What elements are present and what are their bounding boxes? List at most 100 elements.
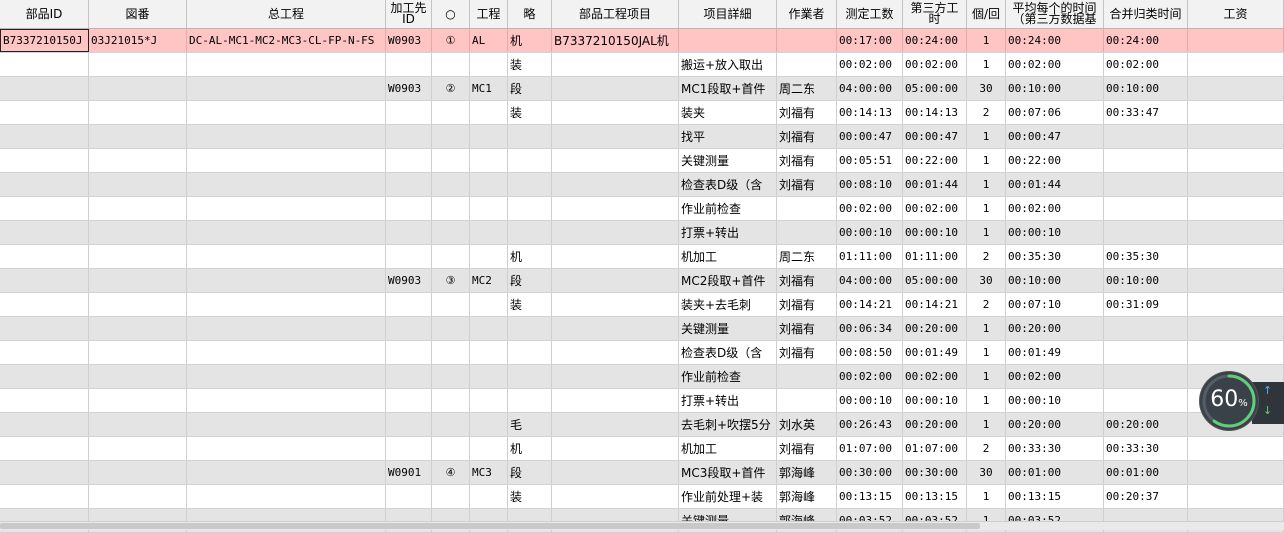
col-header-item-detail[interactable]: 项目詳細 (679, 0, 777, 28)
cell-vendor-id[interactable]: W0903 (386, 29, 432, 52)
cell-item-detail[interactable]: MC3段取+首件 (679, 461, 777, 484)
cell-vendor-id[interactable] (386, 413, 432, 436)
cell-per-cycle[interactable]: 1 (967, 485, 1006, 508)
cell-item-detail[interactable]: 装夹+去毛刺 (679, 293, 777, 316)
cell-worker[interactable]: 刘福有 (777, 173, 837, 196)
cell-avg-time[interactable]: 00:00:47 (1006, 125, 1104, 148)
cell-avg-time[interactable]: 00:13:15 (1006, 485, 1104, 508)
table-row[interactable]: W0903 ② MC1 段 MC1段取+首件 周二东 04:00:00 05:00:00 30 0… (0, 77, 1284, 101)
col-header-circle[interactable]: ○ (432, 0, 470, 28)
cell-drawing-no[interactable] (89, 149, 187, 172)
cell-per-cycle[interactable]: 1 (967, 317, 1006, 340)
cell-total-process[interactable] (187, 341, 386, 364)
cell-drawing-no[interactable] (89, 221, 187, 244)
cell-part-process-item[interactable] (552, 413, 679, 436)
cell-wage[interactable] (1188, 77, 1284, 100)
cell-third-party-hours[interactable]: 00:02:00 (903, 197, 967, 220)
cell-item-detail[interactable]: MC2段取+首件 (679, 269, 777, 292)
cell-part-process-item[interactable] (552, 389, 679, 412)
cell-abbr[interactable]: 装 (508, 485, 552, 508)
table-row[interactable]: 作业前检查 00:02:00 00:02:00 1 00:02:00 (0, 197, 1284, 221)
cell-measured-hours[interactable]: 00:17:00 (837, 29, 903, 52)
cell-item-detail[interactable]: 检查表D级（含 (679, 341, 777, 364)
cell-vendor-id[interactable] (386, 173, 432, 196)
cell-vendor-id[interactable] (386, 53, 432, 76)
cell-part-id[interactable] (0, 485, 89, 508)
cell-vendor-id[interactable] (386, 437, 432, 460)
cell-part-process-item[interactable] (552, 317, 679, 340)
cell-process[interactable] (470, 149, 508, 172)
cell-vendor-id[interactable] (386, 149, 432, 172)
cell-third-party-hours[interactable]: 00:02:00 (903, 53, 967, 76)
cell-avg-time[interactable]: 00:35:30 (1006, 245, 1104, 268)
cell-total-process[interactable] (187, 293, 386, 316)
cell-per-cycle[interactable]: 2 (967, 437, 1006, 460)
cell-worker[interactable]: 刘福有 (777, 125, 837, 148)
col-header-merged-time[interactable]: 合并归类时间 (1104, 0, 1188, 28)
cell-step-no[interactable]: ④ (432, 461, 470, 484)
cell-item-detail[interactable]: 机加工 (679, 437, 777, 460)
table-row[interactable]: B7337210150J 03J21015*J DC-AL-MC1-MC2-MC3-… (0, 29, 1284, 53)
cell-per-cycle[interactable]: 1 (967, 29, 1006, 52)
cell-step-no[interactable] (432, 485, 470, 508)
cell-abbr[interactable] (508, 389, 552, 412)
cell-total-process[interactable] (187, 53, 386, 76)
cell-part-id[interactable] (0, 413, 89, 436)
cell-part-id[interactable] (0, 221, 89, 244)
cell-vendor-id[interactable]: W0903 (386, 77, 432, 100)
cell-per-cycle[interactable]: 1 (967, 125, 1006, 148)
cell-third-party-hours[interactable]: 00:00:47 (903, 125, 967, 148)
cell-part-process-item[interactable] (552, 125, 679, 148)
cell-abbr[interactable]: 机 (508, 437, 552, 460)
cell-item-detail[interactable]: 机加工 (679, 245, 777, 268)
cell-abbr[interactable]: 段 (508, 269, 552, 292)
cell-step-no[interactable] (432, 101, 470, 124)
cell-step-no[interactable] (432, 173, 470, 196)
cell-third-party-hours[interactable]: 00:30:00 (903, 461, 967, 484)
cell-part-id[interactable] (0, 317, 89, 340)
cell-third-party-hours[interactable]: 00:00:10 (903, 389, 967, 412)
cell-merged-time[interactable]: 00:24:00 (1104, 29, 1188, 52)
cell-process[interactable] (470, 245, 508, 268)
col-header-avg-time[interactable]: 平均每个的时间（第三方数据基 (1006, 0, 1104, 28)
cell-merged-time[interactable]: 00:02:00 (1104, 53, 1188, 76)
col-header-drawing-no[interactable]: 図番 (89, 0, 187, 28)
cell-worker[interactable]: 郭海峰 (777, 485, 837, 508)
cell-third-party-hours[interactable]: 05:00:00 (903, 269, 967, 292)
cell-drawing-no[interactable] (89, 101, 187, 124)
cell-measured-hours[interactable]: 00:02:00 (837, 365, 903, 388)
cell-total-process[interactable] (187, 77, 386, 100)
cell-third-party-hours[interactable]: 00:24:00 (903, 29, 967, 52)
cell-measured-hours[interactable]: 00:13:15 (837, 485, 903, 508)
cell-step-no[interactable] (432, 341, 470, 364)
cell-abbr[interactable]: 装 (508, 101, 552, 124)
col-header-total-process[interactable]: 总工程 (187, 0, 386, 28)
cell-total-process[interactable] (187, 413, 386, 436)
cell-item-detail[interactable]: MC1段取+首件 (679, 77, 777, 100)
cell-per-cycle[interactable]: 1 (967, 173, 1006, 196)
cell-abbr[interactable] (508, 149, 552, 172)
cell-abbr[interactable]: 段 (508, 461, 552, 484)
cell-merged-time[interactable] (1104, 125, 1188, 148)
cell-abbr[interactable]: 段 (508, 77, 552, 100)
table-row[interactable]: 检查表D级（含 刘福有 00:08:50 00:01:49 1 00:01:49 (0, 341, 1284, 365)
cell-vendor-id[interactable] (386, 317, 432, 340)
cell-drawing-no[interactable] (89, 53, 187, 76)
cell-vendor-id[interactable] (386, 341, 432, 364)
cell-merged-time[interactable] (1104, 197, 1188, 220)
cell-merged-time[interactable] (1104, 341, 1188, 364)
cell-merged-time[interactable]: 00:33:47 (1104, 101, 1188, 124)
cell-measured-hours[interactable]: 01:07:00 (837, 437, 903, 460)
cell-item-detail[interactable]: 打票+转出 (679, 221, 777, 244)
cell-part-process-item[interactable] (552, 461, 679, 484)
cell-part-process-item[interactable] (552, 149, 679, 172)
cell-part-id[interactable] (0, 461, 89, 484)
cell-avg-time[interactable]: 00:01:00 (1006, 461, 1104, 484)
cell-drawing-no[interactable] (89, 245, 187, 268)
arrow-up-icon[interactable]: ↑ (1263, 384, 1272, 397)
cell-wage[interactable] (1188, 29, 1284, 52)
cell-process[interactable] (470, 101, 508, 124)
cell-process[interactable] (470, 437, 508, 460)
cell-avg-time[interactable]: 00:01:49 (1006, 341, 1104, 364)
cell-measured-hours[interactable]: 00:05:51 (837, 149, 903, 172)
